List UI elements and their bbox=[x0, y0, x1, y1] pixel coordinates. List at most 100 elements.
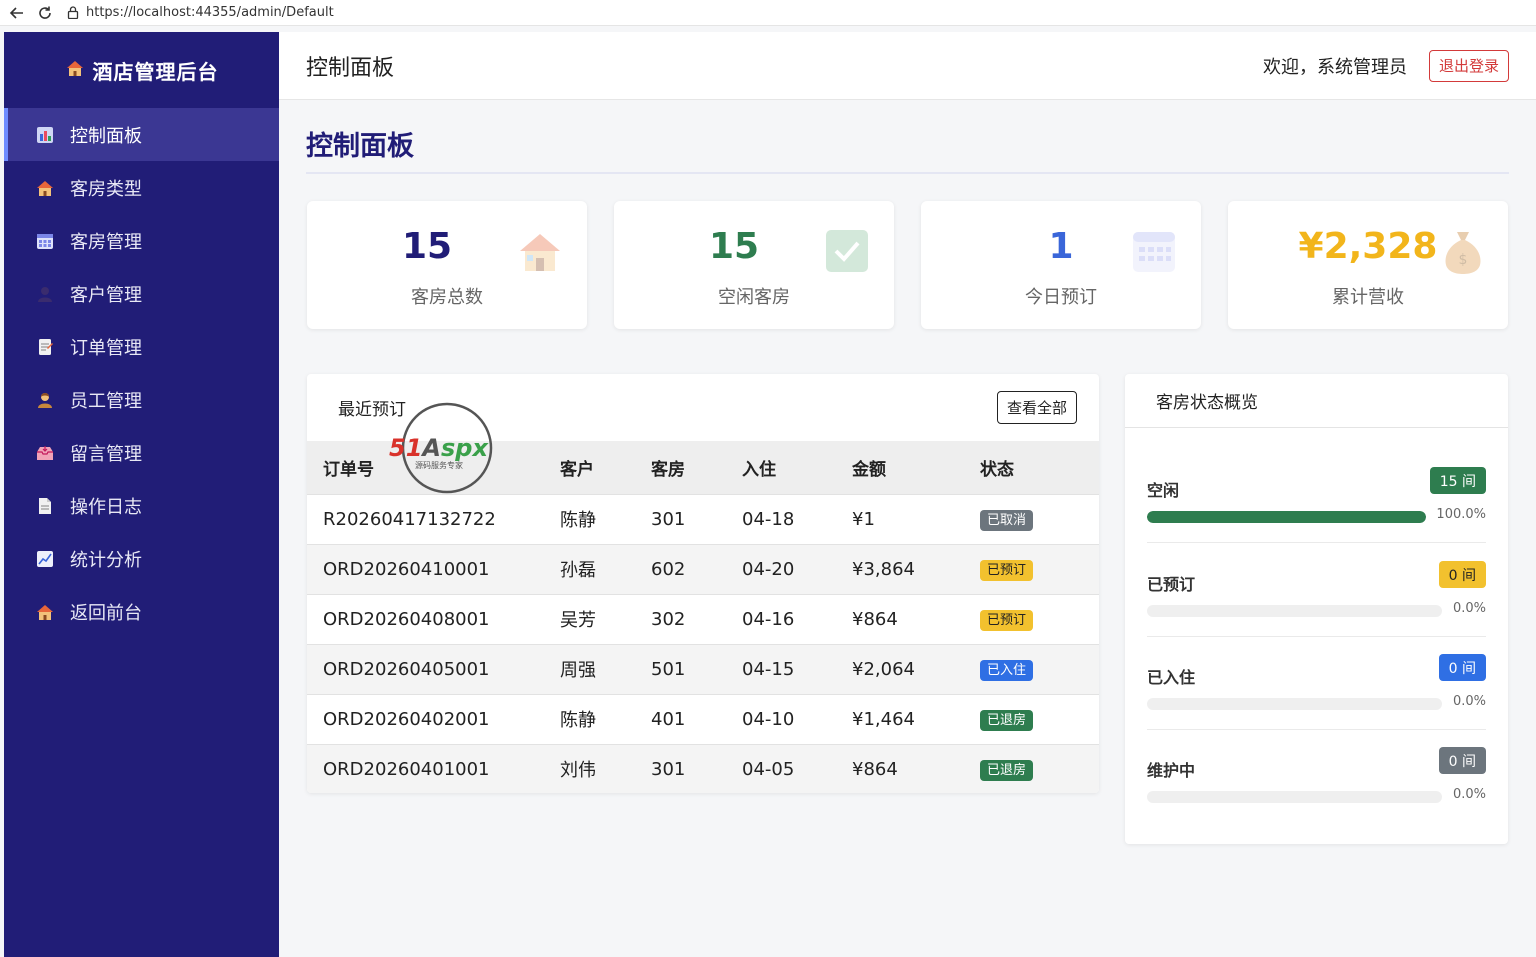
amount-cell: ¥2,064 bbox=[852, 643, 980, 694]
sidebar-item-label: 操作日志 bbox=[70, 496, 142, 518]
sidebar-item-1[interactable]: 客房类型 bbox=[4, 161, 279, 214]
table-row[interactable]: ORD20260402001 陈静 401 04-10 ¥1,464 已退房 bbox=[307, 693, 1099, 744]
room-status-count-badge: 0 间 bbox=[1438, 561, 1486, 588]
table-row[interactable]: ORD20260401001 刘伟 301 04-05 ¥864 已退房 bbox=[307, 743, 1099, 793]
table-row[interactable]: ORD20260405001 周强 501 04-15 ¥2,064 已入住 bbox=[307, 643, 1099, 694]
room-cell: 501 bbox=[651, 643, 742, 694]
sidebar: 酒店管理后台 控制面板客房类型客房管理客户管理 订单管理员工管理留言管理操作日志统… bbox=[4, 32, 279, 957]
room-status-count-badge: 0 间 bbox=[1438, 747, 1486, 774]
lock-icon bbox=[66, 6, 80, 20]
reload-icon[interactable] bbox=[34, 2, 56, 24]
brand-title: 酒店管理后台 bbox=[92, 59, 219, 84]
table-header-row: 订单号 客户 客房 入住 金额 状态 bbox=[307, 441, 1099, 494]
back-arrow-icon[interactable] bbox=[6, 2, 28, 24]
sidebar-item-9[interactable]: 返回前台 bbox=[4, 585, 279, 638]
memo-icon bbox=[36, 338, 54, 356]
checkin-cell: 04-20 bbox=[742, 543, 852, 594]
brand[interactable]: 酒店管理后台 bbox=[4, 32, 279, 108]
divider bbox=[1147, 542, 1486, 543]
sidebar-item-6[interactable]: 留言管理 bbox=[4, 426, 279, 479]
customer-cell: 陈静 bbox=[560, 693, 651, 744]
checkin-cell: 04-05 bbox=[742, 743, 852, 793]
room-cell: 301 bbox=[651, 493, 742, 544]
status-badge: 已取消 bbox=[980, 509, 1034, 531]
room-cell: 302 bbox=[651, 593, 742, 644]
customer-cell: 陈静 bbox=[560, 493, 651, 544]
customer-cell: 吴芳 bbox=[560, 593, 651, 644]
header-title: 控制面板 bbox=[306, 55, 395, 81]
calendar-icon bbox=[1132, 229, 1178, 275]
address-bar[interactable]: https://localhost:44355/admin/Default bbox=[66, 1, 334, 25]
amount-cell: ¥1 bbox=[852, 493, 980, 544]
room-status-percent: 0.0% bbox=[1452, 694, 1486, 709]
logout-button[interactable]: 退出登录 bbox=[1428, 49, 1509, 82]
table-row[interactable]: ORD20260410001 孙磊 602 04-20 ¥3,864 已预订 bbox=[307, 543, 1099, 594]
status-cell: 已退房 bbox=[980, 693, 1099, 744]
checkin-cell: 04-10 bbox=[742, 693, 852, 744]
status-cell: 已入住 bbox=[980, 643, 1099, 694]
room-status-percent: 0.0% bbox=[1452, 601, 1486, 616]
order-no-cell: ORD20260401001 bbox=[307, 743, 560, 793]
stat-card-total-rooms: 15 客房总数 bbox=[307, 201, 587, 329]
url-text: https://localhost:44355/admin/Default bbox=[86, 5, 334, 20]
column-header-order-no[interactable]: 订单号 bbox=[307, 441, 560, 494]
status-badge: 已退房 bbox=[980, 759, 1034, 781]
sidebar-item-2[interactable]: 客房管理 bbox=[4, 214, 279, 267]
sidebar-item-7[interactable]: 操作日志 bbox=[4, 479, 279, 532]
order-no-cell: R20260417132722 bbox=[307, 493, 560, 544]
column-header-status[interactable]: 状态 bbox=[980, 441, 1099, 494]
room-status-row: 已入住 0 间 0.0% bbox=[1147, 654, 1486, 734]
sidebar-item-0[interactable]: 控制面板 bbox=[4, 108, 279, 161]
checkin-cell: 04-15 bbox=[742, 643, 852, 694]
sidebar-item-8[interactable]: 统计分析 bbox=[4, 532, 279, 585]
order-no-cell: ORD20260410001 bbox=[307, 543, 560, 594]
sidebar-item-label: 客房类型 bbox=[70, 178, 142, 200]
column-header-room[interactable]: 客房 bbox=[651, 441, 742, 494]
room-status-progress-bar bbox=[1147, 698, 1442, 710]
sidebar-item-label: 员工管理 bbox=[70, 390, 142, 412]
sidebar-menu: 控制面板客房类型客房管理客户管理 订单管理员工管理留言管理操作日志统计分析返回前台 bbox=[4, 108, 279, 638]
table-row[interactable]: R20260417132722 陈静 301 04-18 ¥1 已取消 bbox=[307, 493, 1099, 544]
sidebar-item-4[interactable]: 订单管理 bbox=[4, 320, 279, 373]
calendar-grid-icon bbox=[36, 232, 54, 250]
status-cell: 已退房 bbox=[980, 743, 1099, 793]
browser-toolbar: https://localhost:44355/admin/Default bbox=[0, 0, 1536, 26]
sidebar-item-label: 留言管理 bbox=[70, 443, 142, 465]
room-status-progress-bar bbox=[1147, 511, 1426, 523]
house-icon bbox=[517, 229, 563, 275]
stat-label: 客房总数 bbox=[411, 287, 483, 308]
room-status-count-badge: 0 间 bbox=[1438, 654, 1486, 681]
room-cell: 401 bbox=[651, 693, 742, 744]
sidebar-item-3[interactable]: 客户管理 bbox=[4, 267, 279, 320]
sidebar-item-label: 客房管理 bbox=[70, 231, 142, 253]
room-status-percent: 0.0% bbox=[1452, 787, 1486, 802]
room-status-count-badge: 15 间 bbox=[1429, 467, 1486, 494]
line-chart-icon bbox=[36, 550, 54, 568]
checkin-cell: 04-16 bbox=[742, 593, 852, 644]
customer-cell: 刘伟 bbox=[560, 743, 651, 793]
house-icon bbox=[65, 58, 85, 83]
column-header-customer[interactable]: 客户 bbox=[560, 441, 651, 494]
stat-label: 累计营收 bbox=[1332, 287, 1404, 308]
recent-bookings-header: 最近预订 查看全部 bbox=[307, 374, 1099, 441]
sidebar-item-label: 返回前台 bbox=[70, 602, 142, 624]
room-status-label: 空闲 bbox=[1147, 481, 1180, 500]
room-cell: 602 bbox=[651, 543, 742, 594]
stat-card-vacant-rooms: 15 空闲客房 bbox=[614, 201, 894, 329]
welcome-text: 欢迎，系统管理员 bbox=[1262, 56, 1407, 78]
room-status-title: 客房状态概览 bbox=[1125, 374, 1508, 428]
room-status-label: 已预订 bbox=[1147, 575, 1196, 594]
table-row[interactable]: ORD20260408001 吴芳 302 04-16 ¥864 已预订 bbox=[307, 593, 1099, 644]
amount-cell: ¥1,464 bbox=[852, 693, 980, 744]
room-cell: 301 bbox=[651, 743, 742, 793]
room-status-progress-bar bbox=[1147, 605, 1442, 617]
amount-cell: ¥864 bbox=[852, 743, 980, 793]
column-header-amount[interactable]: 金额 bbox=[852, 441, 980, 494]
view-all-button[interactable]: 查看全部 bbox=[996, 391, 1077, 424]
recent-bookings-title: 最近预订 bbox=[338, 400, 406, 420]
column-header-checkin[interactable]: 入住 bbox=[742, 441, 852, 494]
order-no-cell: ORD20260408001 bbox=[307, 593, 560, 644]
order-no-cell: ORD20260402001 bbox=[307, 693, 560, 744]
sidebar-item-5[interactable]: 员工管理 bbox=[4, 373, 279, 426]
status-badge: 已预订 bbox=[980, 559, 1034, 581]
